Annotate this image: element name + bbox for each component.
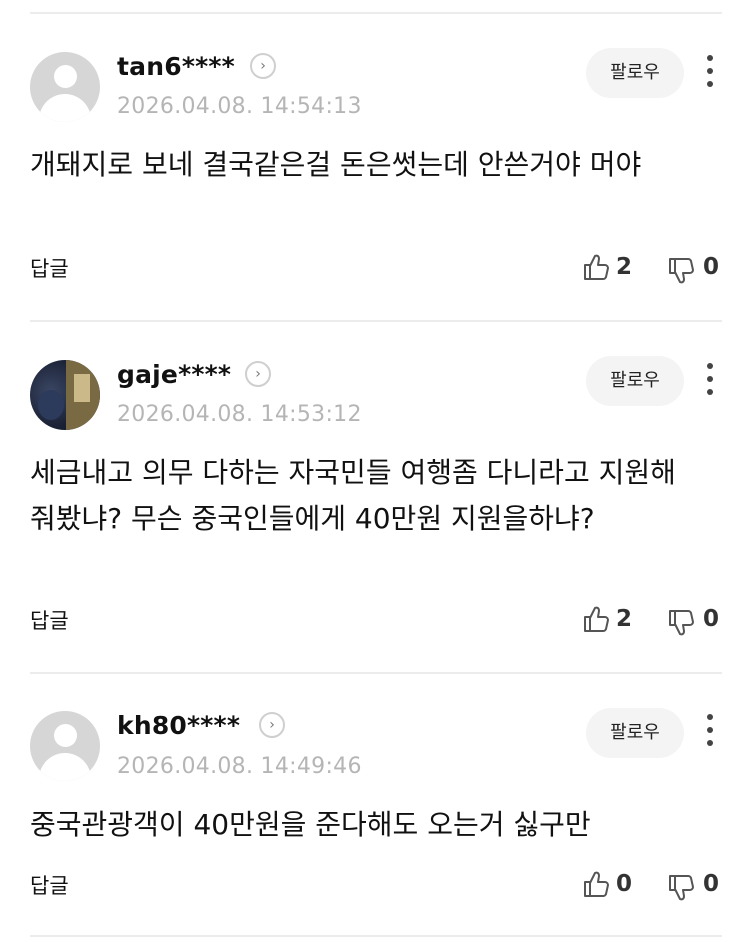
divider xyxy=(30,935,722,937)
divider xyxy=(30,672,722,674)
timestamp: 2026.04.08. 14:49:46 xyxy=(117,754,362,779)
reply-button[interactable]: 답글 xyxy=(30,605,69,635)
username[interactable]: kh80**** xyxy=(117,711,240,740)
avatar[interactable] xyxy=(30,360,100,430)
chevron-right-icon[interactable]: › xyxy=(250,53,276,79)
thumbs-up-icon xyxy=(584,871,609,897)
divider xyxy=(30,320,722,322)
chevron-right-icon[interactable]: › xyxy=(259,712,285,738)
timestamp: 2026.04.08. 14:54:13 xyxy=(117,94,362,119)
divider xyxy=(30,12,722,14)
follow-button[interactable]: 팔로우 xyxy=(586,356,684,406)
reply-button[interactable]: 답글 xyxy=(30,253,69,283)
dislike-button[interactable]: 0 xyxy=(667,871,723,903)
dislike-button[interactable]: 0 xyxy=(667,606,723,638)
comment-text: 중국관광객이 40만원을 준다해도 오는거 싫구만 xyxy=(30,808,591,841)
username[interactable]: tan6**** xyxy=(117,52,235,81)
thumbs-down-icon xyxy=(669,875,694,901)
like-button[interactable]: 2 xyxy=(582,604,638,634)
comment-text: 세금내고 의무 다하는 자국민들 여행좀 다니라고 지원해줘봤냐? 무슨 중국인… xyxy=(30,456,676,535)
avatar[interactable] xyxy=(30,711,100,781)
reply-button[interactable]: 답글 xyxy=(30,870,69,900)
dislike-count: 0 xyxy=(703,871,720,897)
like-button[interactable]: 0 xyxy=(582,869,638,899)
like-count: 2 xyxy=(616,254,633,280)
like-count: 2 xyxy=(616,606,633,632)
thumbs-up-icon xyxy=(584,606,609,632)
dislike-count: 0 xyxy=(703,254,720,280)
like-button[interactable]: 2 xyxy=(582,252,638,282)
more-vertical-icon[interactable] xyxy=(700,55,720,89)
dislike-button[interactable]: 0 xyxy=(667,254,723,286)
thumbs-down-icon xyxy=(669,258,694,284)
like-count: 0 xyxy=(616,871,633,897)
follow-button[interactable]: 팔로우 xyxy=(586,48,684,98)
chevron-right-icon[interactable]: › xyxy=(245,361,271,387)
follow-button[interactable]: 팔로우 xyxy=(586,708,684,758)
thumbs-up-icon xyxy=(584,254,609,280)
username[interactable]: gaje**** xyxy=(117,360,231,389)
timestamp: 2026.04.08. 14:53:12 xyxy=(117,402,362,427)
more-vertical-icon[interactable] xyxy=(700,363,720,397)
more-vertical-icon[interactable] xyxy=(700,714,720,748)
avatar[interactable] xyxy=(30,52,100,122)
comment-text: 개돼지로 보네 결국같은걸 돈은썻는데 안쓴거야 머야 xyxy=(30,148,642,181)
dislike-count: 0 xyxy=(703,606,720,632)
thumbs-down-icon xyxy=(669,610,694,636)
